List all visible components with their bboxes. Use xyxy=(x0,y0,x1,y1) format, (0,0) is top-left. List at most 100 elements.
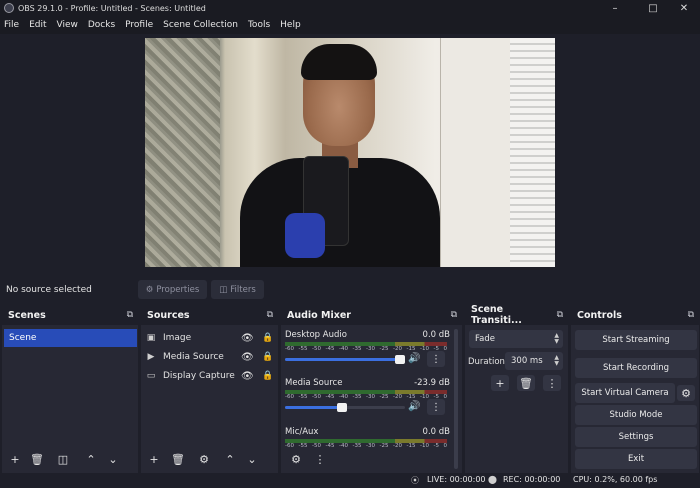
filters-button[interactable]: ◫ Filters xyxy=(211,280,264,299)
preview-area[interactable] xyxy=(0,34,700,274)
duration-spinbox[interactable]: 300 ms ▲ ▼ xyxy=(505,352,563,370)
source-item-display-capture[interactable]: ▭ Display Capture 👁 🔒 xyxy=(145,367,275,385)
transition-properties-icon[interactable]: ⋮ xyxy=(543,375,561,391)
menu-scene-collection[interactable]: Scene Collection xyxy=(163,20,238,30)
menu-profile[interactable]: Profile xyxy=(125,20,153,30)
scale-tick: -25 xyxy=(379,443,389,449)
channel-db: -23.9 dB xyxy=(414,378,450,388)
visibility-eye-icon[interactable]: 👁 xyxy=(241,352,254,363)
move-source-up-icon[interactable]: ⌃ xyxy=(221,451,239,467)
undock-icon[interactable]: ⧉ xyxy=(688,310,694,320)
lock-icon[interactable]: 🔒 xyxy=(262,371,273,381)
studio-mode-button[interactable]: Studio Mode xyxy=(575,405,697,425)
mixer-menu-icon[interactable]: ⋮ xyxy=(311,451,329,467)
close-icon[interactable]: ✕ xyxy=(667,0,700,16)
scale-tick: 0 xyxy=(443,443,448,449)
source-item-media-source[interactable]: ▶ Media Source 👁 🔒 xyxy=(145,348,275,366)
scenes-dock: Scenes ⧉ Scene + 🗑 ◫ ⌃ ⌄ xyxy=(2,305,138,473)
channel-name: Desktop Audio xyxy=(285,330,347,340)
title-bar: OBS 29.1.0 - Profile: Untitled - Scenes:… xyxy=(0,0,700,16)
mixer-channel-media-source: Media Source -23.9 dB -60 -55 -50 -45 -40 -35… xyxy=(285,378,450,422)
preview-person-hair xyxy=(301,44,377,80)
transition-select[interactable]: Fade ▲ ▼ xyxy=(469,330,563,348)
undock-icon[interactable]: ⧉ xyxy=(451,310,457,320)
start-recording-button[interactable]: Start Recording xyxy=(575,358,697,378)
volume-slider-fill xyxy=(285,358,400,361)
menu-help[interactable]: Help xyxy=(280,20,301,30)
scale-tick: -45 xyxy=(325,443,335,449)
scale-tick: -30 xyxy=(366,346,375,352)
gear-icon: ⚙ xyxy=(145,284,154,295)
obs-logo-icon xyxy=(4,3,14,13)
source-label: Media Source xyxy=(163,352,224,362)
visibility-eye-icon[interactable]: 👁 xyxy=(241,333,254,344)
scene-item[interactable]: Scene xyxy=(4,329,137,347)
source-properties-gear-icon[interactable]: ⚙ xyxy=(195,451,213,467)
add-scene-icon[interactable]: + xyxy=(6,451,24,467)
menu-edit[interactable]: Edit xyxy=(29,20,46,30)
minimize-icon[interactable]: – xyxy=(598,0,632,16)
scale-tick: -30 xyxy=(366,394,375,400)
scale-tick: -55 xyxy=(298,443,308,449)
record-icon: ⬤ xyxy=(488,475,497,484)
transitions-body: Fade ▲ ▼ Duration 300 ms ▲ ▼ + 🗑 ⋮ xyxy=(465,325,568,473)
exit-button[interactable]: Exit xyxy=(575,449,697,469)
mixer-channel-mic-aux: Mic/Aux 0.0 dB -60 -55 -50 -45 -40 -35 -30 -25-… xyxy=(285,427,450,451)
remove-scene-trash-icon[interactable]: 🗑 xyxy=(28,451,46,467)
duration-label: Duration xyxy=(468,357,505,367)
remove-source-trash-icon[interactable]: 🗑 xyxy=(169,451,187,467)
source-label: Display Capture xyxy=(163,371,235,381)
undock-icon[interactable]: ⧉ xyxy=(127,310,133,320)
start-streaming-button[interactable]: Start Streaming xyxy=(575,330,697,350)
advanced-audio-gear-icon[interactable]: ⚙ xyxy=(287,451,305,467)
volume-slider[interactable] xyxy=(285,403,405,412)
sources-header: Sources ⧉ xyxy=(141,305,278,325)
more-options-icon[interactable]: ⋮ xyxy=(427,399,445,415)
volume-slider-handle[interactable] xyxy=(395,355,405,364)
program-preview[interactable] xyxy=(145,38,555,267)
filters-label: Filters xyxy=(230,284,256,295)
menu-file[interactable]: File xyxy=(4,20,19,30)
more-options-icon[interactable]: ⋮ xyxy=(427,351,445,367)
scale-tick: -20 xyxy=(393,394,402,400)
lock-icon[interactable]: 🔒 xyxy=(262,352,273,362)
move-scene-up-icon[interactable]: ⌃ xyxy=(82,451,100,467)
volume-slider-handle[interactable] xyxy=(337,403,347,412)
scene-filters-icon[interactable]: ◫ xyxy=(54,451,72,467)
scale-tick: -40 xyxy=(339,443,348,449)
scenes-list: Scene + 🗑 ◫ ⌃ ⌄ xyxy=(2,325,138,473)
transition-selected: Fade xyxy=(475,334,495,344)
preview-glove xyxy=(285,213,325,258)
start-virtual-camera-button[interactable]: Start Virtual Camera xyxy=(575,383,675,403)
menu-docks[interactable]: Docks xyxy=(88,20,115,30)
no-source-label: No source selected xyxy=(6,285,92,295)
sources-dock: Sources ⧉ ▣ Image 👁 🔒 ▶ Media Source 👁 🔒… xyxy=(141,305,278,473)
add-source-icon[interactable]: + xyxy=(145,451,163,467)
properties-button[interactable]: ⚙ Properties xyxy=(138,280,207,299)
scale-tick: -40 xyxy=(339,394,348,400)
controls-title: Controls xyxy=(577,309,622,321)
undock-icon[interactable]: ⧉ xyxy=(267,310,273,320)
virtual-camera-settings-gear-icon[interactable]: ⚙ xyxy=(677,385,695,401)
lock-icon[interactable]: 🔒 xyxy=(262,333,273,343)
undock-icon[interactable]: ⧉ xyxy=(557,310,563,320)
menu-view[interactable]: View xyxy=(57,20,78,30)
remove-transition-trash-icon[interactable]: 🗑 xyxy=(517,375,535,391)
move-scene-down-icon[interactable]: ⌄ xyxy=(104,451,122,467)
mixer-scrollbar[interactable] xyxy=(454,329,458,469)
speaker-icon[interactable]: 🔊 xyxy=(408,401,420,412)
maximize-icon[interactable]: □ xyxy=(636,0,670,16)
move-source-down-icon[interactable]: ⌄ xyxy=(243,451,261,467)
add-transition-icon[interactable]: + xyxy=(491,375,509,391)
visibility-eye-icon[interactable]: 👁 xyxy=(241,371,254,382)
properties-label: Properties xyxy=(156,284,200,295)
duration-value: 300 ms xyxy=(511,356,543,366)
channel-db: 0.0 dB xyxy=(422,330,450,340)
audio-mixer-title: Audio Mixer xyxy=(287,309,351,321)
source-item-image[interactable]: ▣ Image 👁 🔒 xyxy=(145,329,275,347)
settings-button[interactable]: Settings xyxy=(575,427,697,447)
menu-tools[interactable]: Tools xyxy=(248,20,270,30)
volume-slider[interactable] xyxy=(285,355,405,364)
speaker-icon[interactable]: 🔊 xyxy=(408,353,420,364)
scale-tick: -25 xyxy=(379,346,389,352)
